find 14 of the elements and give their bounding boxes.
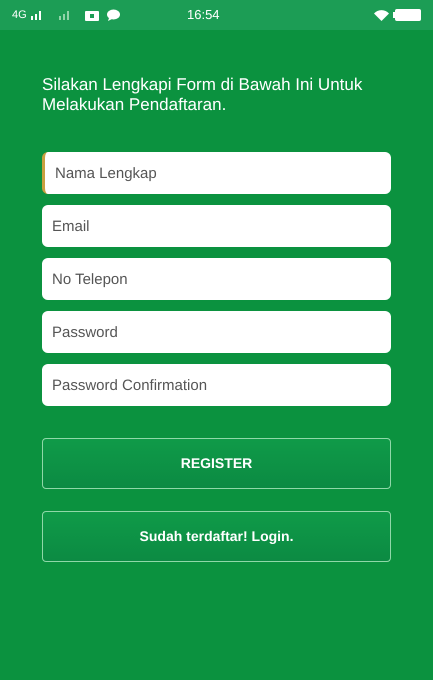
input-field[interactable]: Password xyxy=(42,311,391,353)
battery-icon xyxy=(393,9,421,21)
network-label: 4G xyxy=(12,8,27,23)
login-button[interactable]: Sudah terdaftar! Login. xyxy=(42,511,391,562)
input-field[interactable]: Password Confirmation xyxy=(42,364,391,406)
clock-time: 16:54 xyxy=(187,6,220,24)
register-button[interactable]: REGISTER xyxy=(42,438,391,489)
wifi-icon xyxy=(374,10,389,20)
bag-icon xyxy=(84,9,99,21)
form-instructions: Silakan Lengkapi Form di Bawah Ini Untuk Melakukan Pendaftaran. xyxy=(42,75,364,115)
input-field[interactable]: No Telepon xyxy=(42,258,391,300)
input-field[interactable]: Email xyxy=(42,205,391,247)
input-field[interactable]: Nama Lengkap xyxy=(42,152,391,194)
chat-icon xyxy=(106,9,120,21)
